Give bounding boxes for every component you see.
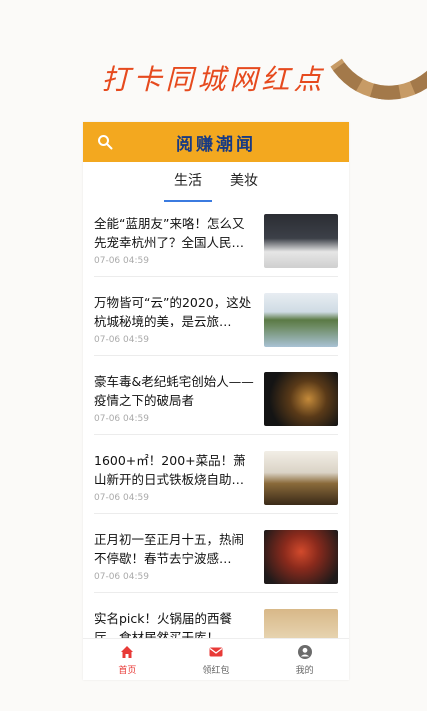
news-title: 1600+㎡！200+菜品！萧山新开的日式铁板烧自助… xyxy=(94,453,246,485)
news-item[interactable]: 全能“蓝朋友”来咯！怎么又先宠幸杭州了？全国人民… 07-06 04:59 xyxy=(94,198,338,277)
nav-profile[interactable]: 我的 xyxy=(275,644,335,676)
news-item[interactable]: 1600+㎡！200+菜品！萧山新开的日式铁板烧自助… 07-06 04:59 xyxy=(94,435,338,514)
news-title: 正月初一至正月十五，热闹不停歇！春节去宁波感… xyxy=(94,532,245,564)
nav-red-packet[interactable]: 领红包 xyxy=(186,644,246,676)
news-text: 正月初一至正月十五，热闹不停歇！春节去宁波感… 07-06 04:59 xyxy=(94,530,254,582)
nav-home-label: 首页 xyxy=(118,665,137,676)
news-time: 07-06 04:59 xyxy=(94,256,149,266)
news-item[interactable]: 豪车毒&老纪蚝宅创始人——疫情之下的破局者 07-06 04:59 xyxy=(94,356,338,435)
bottom-nav: 首页 领红包 我的 xyxy=(83,638,349,680)
news-title: 豪车毒&老纪蚝宅创始人——疫情之下的破局者 xyxy=(94,374,254,406)
news-time: 07-06 04:59 xyxy=(94,414,149,424)
app-header: 阅赚潮闻 xyxy=(83,122,349,162)
nav-home[interactable]: 首页 xyxy=(97,644,157,676)
news-item[interactable]: 万物皆可“云”的2020，这处杭城秘境的美，是云旅… 07-06 04:59 xyxy=(94,277,338,356)
news-thumbnail xyxy=(264,451,338,505)
news-time: 07-06 04:59 xyxy=(94,335,149,345)
nav-red-packet-label: 领红包 xyxy=(202,665,230,676)
news-time: 07-06 04:59 xyxy=(94,493,149,503)
tab-beauty[interactable]: 美妆 xyxy=(226,164,262,196)
news-item[interactable]: 正月初一至正月十五，热闹不停歇！春节去宁波感… 07-06 04:59 xyxy=(94,514,338,593)
news-text: 万物皆可“云”的2020，这处杭城秘境的美，是云旅… 07-06 04:59 xyxy=(94,293,254,345)
category-tabs: 生活 美妆 xyxy=(83,162,349,202)
news-text: 全能“蓝朋友”来咯！怎么又先宠幸杭州了？全国人民… 07-06 04:59 xyxy=(94,214,254,266)
nav-profile-label: 我的 xyxy=(295,665,314,676)
news-thumbnail xyxy=(264,372,338,426)
home-icon xyxy=(121,645,134,658)
envelope-icon xyxy=(209,647,223,656)
banner-title: 打卡同城网红点 xyxy=(101,63,326,96)
news-title: 全能“蓝朋友”来咯！怎么又先宠幸杭州了？全国人民… xyxy=(94,216,245,248)
news-text: 1600+㎡！200+菜品！萧山新开的日式铁板烧自助… 07-06 04:59 xyxy=(94,451,254,503)
app-title: 阅赚潮闻 xyxy=(176,134,256,155)
news-title: 万物皆可“云”的2020，这处杭城秘境的美，是云旅… xyxy=(94,295,252,327)
news-text: 豪车毒&老纪蚝宅创始人——疫情之下的破局者 07-06 04:59 xyxy=(94,372,254,424)
news-thumbnail xyxy=(264,293,338,347)
search-icon[interactable] xyxy=(97,134,113,150)
news-list: 全能“蓝朋友”来咯！怎么又先宠幸杭州了？全国人民… 07-06 04:59 万物… xyxy=(83,198,349,672)
news-time: 07-06 04:59 xyxy=(94,572,149,582)
news-thumbnail xyxy=(264,214,338,268)
news-thumbnail xyxy=(264,530,338,584)
tab-life[interactable]: 生活 xyxy=(164,164,212,202)
app-screen: 阅赚潮闻 生活 美妆 全能“蓝朋友”来咯！怎么又先宠幸杭州了？全国人民… 07-… xyxy=(83,122,349,680)
profile-icon xyxy=(297,644,312,659)
